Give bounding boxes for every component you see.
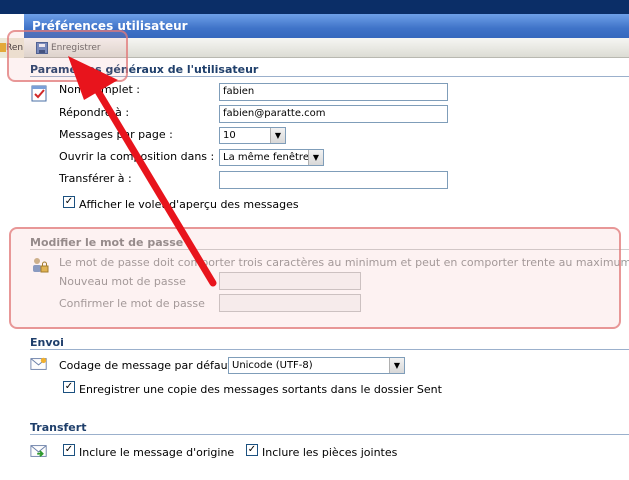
toolbar: Enregistrer (24, 38, 629, 58)
confirm-password-input[interactable] (219, 294, 361, 312)
save-copy-checkbox[interactable]: ✓ (63, 381, 75, 393)
users-lock-icon (33, 258, 49, 273)
save-button-label: Enregistrer (51, 43, 101, 53)
full-name-input[interactable]: fabien (219, 83, 448, 101)
floppy-disk-icon (36, 42, 48, 54)
reply-to-label: Répondre à : (59, 106, 130, 119)
new-password-input[interactable] (219, 272, 361, 290)
top-window-strip (0, 0, 629, 14)
save-button[interactable]: Enregistrer (32, 40, 105, 56)
save-copy-label: Enregistrer une copie des messages sorta… (79, 383, 442, 396)
messages-per-page-label: Messages par page : (59, 128, 173, 141)
preview-pane-checkbox[interactable]: ✓ (63, 196, 75, 208)
dropdown-arrow-icon: ▼ (308, 150, 323, 165)
include-original-checkbox[interactable]: ✓ (63, 444, 75, 456)
messages-per-page-value: 10 (223, 130, 236, 141)
envelope-send-icon (30, 357, 47, 370)
forward-to-input[interactable] (219, 171, 448, 189)
preview-pane-label: Afficher le volet d'aperçu des messages (79, 198, 299, 211)
new-password-label: Nouveau mot de passe (59, 275, 186, 288)
forward-to-label: Transférer à : (59, 172, 132, 185)
include-attachments-label: Inclure les pièces jointes (262, 446, 398, 459)
encoding-select[interactable]: Unicode (UTF-8) ▼ (228, 357, 405, 374)
checklist-icon (31, 85, 47, 102)
transfer-header: Transfert (30, 422, 629, 435)
open-compose-label: Ouvrir la composition dans : (59, 150, 215, 163)
messages-per-page-select[interactable]: 10 ▼ (219, 127, 286, 144)
open-compose-select[interactable]: La même fenêtre ▼ (219, 149, 324, 166)
include-attachments-checkbox[interactable]: ✓ (246, 444, 258, 456)
password-rule-text: Le mot de passe doit comporter trois car… (59, 256, 629, 269)
dropdown-arrow-icon: ▼ (389, 358, 404, 373)
full-name-label: Nom complet : (59, 83, 140, 96)
left-toolbar-fragment[interactable]: Ren (0, 38, 24, 58)
encoding-label: Codage de message par défaut (59, 359, 232, 372)
dropdown-arrow-icon: ▼ (270, 128, 285, 143)
send-header: Envoi (30, 337, 629, 350)
general-settings-header: Paramètres généraux de l'utilisateur (30, 64, 629, 77)
envelope-forward-icon (30, 445, 47, 458)
window-title: Préférences utilisateur (24, 14, 629, 38)
password-header: Modifier le mot de passe (30, 237, 629, 250)
include-original-label: Inclure le message d'origine (79, 446, 235, 459)
left-fragment-label: Ren (6, 43, 24, 53)
open-compose-value: La même fenêtre (223, 152, 309, 163)
encoding-value: Unicode (UTF-8) (232, 360, 313, 371)
reply-to-input[interactable]: fabien@paratte.com (219, 105, 448, 123)
confirm-password-label: Confirmer le mot de passe (59, 297, 205, 310)
